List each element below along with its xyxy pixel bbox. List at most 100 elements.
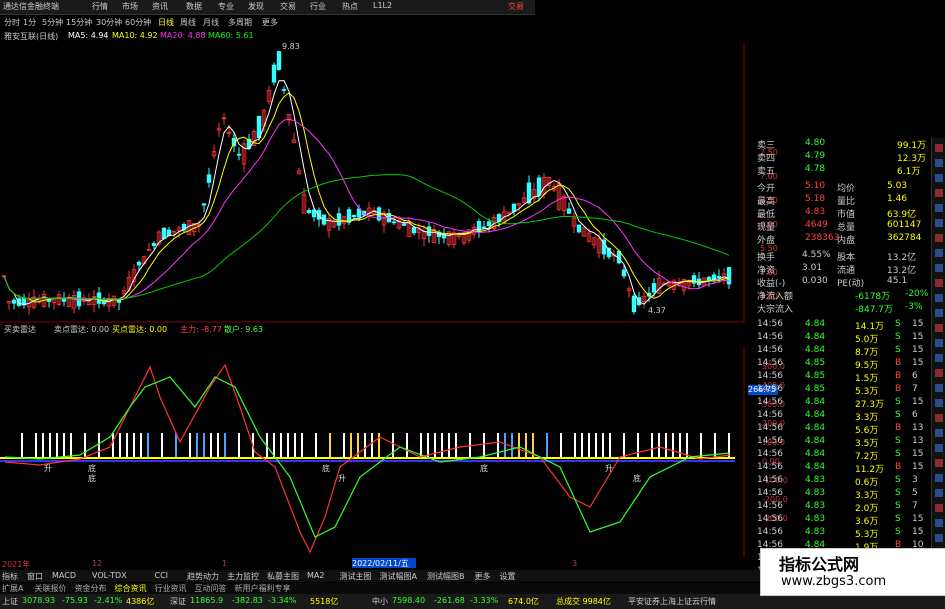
menu-item[interactable]: 发现 bbox=[248, 1, 264, 12]
period-tab[interactable]: 更多 bbox=[262, 17, 278, 28]
sidebar-icon[interactable] bbox=[935, 519, 943, 527]
ma60-line bbox=[3, 174, 730, 300]
menu-item[interactable]: 交易 bbox=[280, 1, 296, 12]
signal-bar bbox=[672, 433, 674, 457]
sidebar-icon[interactable] bbox=[935, 189, 943, 197]
period-tab[interactable]: 月线 bbox=[203, 17, 219, 28]
main-force: 主力: -8.77 bbox=[180, 325, 222, 334]
signal-bar bbox=[364, 433, 366, 457]
sidebar-icon[interactable] bbox=[935, 204, 943, 212]
menu-item[interactable]: L1L2 bbox=[373, 1, 392, 10]
menu-item[interactable]: 数据 bbox=[186, 1, 202, 12]
signal-bar bbox=[280, 433, 282, 457]
period-tab[interactable]: 周线 bbox=[180, 17, 196, 28]
candle-body bbox=[711, 274, 717, 280]
quote-row: 14:56 4.85 5.3万 B 7 bbox=[757, 384, 918, 397]
indicator-tab[interactable]: VOL-TDX bbox=[92, 571, 127, 580]
menu-item[interactable]: 行业 bbox=[310, 1, 326, 12]
signal-bar bbox=[525, 433, 527, 457]
trade-button[interactable]: 交易 bbox=[508, 1, 524, 12]
candle-body bbox=[151, 243, 157, 247]
candle-body bbox=[481, 226, 487, 229]
indicator-tab[interactable]: CCI bbox=[155, 571, 169, 580]
sidebar-icon[interactable] bbox=[935, 459, 943, 467]
sidebar-icon[interactable] bbox=[935, 234, 943, 242]
indicator-tab[interactable]: 私募主图 bbox=[267, 571, 299, 582]
indicator-tab[interactable]: 设置 bbox=[500, 571, 516, 582]
sidebar-icon[interactable] bbox=[935, 174, 943, 182]
sidebar-icon[interactable] bbox=[935, 159, 943, 167]
indicator-tab[interactable]: MA2 bbox=[307, 571, 324, 580]
menu-item[interactable]: 资讯 bbox=[152, 1, 168, 12]
sidebar-icon[interactable] bbox=[935, 399, 943, 407]
indicator-tab[interactable]: 更多 bbox=[475, 571, 491, 582]
period-tab[interactable]: 30分钟 bbox=[96, 17, 122, 28]
kline-chart[interactable]: 9.83 4.37 bbox=[0, 43, 745, 323]
extension-tab[interactable]: 关联报价 bbox=[35, 583, 67, 594]
period-tab[interactable]: 1分 bbox=[23, 17, 36, 28]
candle-body bbox=[351, 214, 357, 218]
extension-tab[interactable]: 行业资讯 bbox=[155, 583, 187, 594]
menu-item[interactable]: 专业 bbox=[218, 1, 234, 12]
indicator-tab[interactable]: 主力监控 bbox=[227, 571, 259, 582]
sidebar-icon[interactable] bbox=[935, 369, 943, 377]
sidebar-icon[interactable] bbox=[935, 489, 943, 497]
sidebar-icon[interactable] bbox=[935, 429, 943, 437]
extension-tab[interactable]: 综合资讯 bbox=[115, 583, 147, 594]
menu-item[interactable]: 热点 bbox=[342, 1, 358, 12]
quote-row: 今开 5.10 均价 5.03 bbox=[757, 181, 908, 194]
period-tab-active[interactable]: 日线 bbox=[158, 17, 174, 28]
sidebar-icon[interactable] bbox=[935, 354, 943, 362]
sidebar-icon[interactable] bbox=[935, 294, 943, 302]
quote-row: 14:56 4.84 7.2万 S 15 bbox=[757, 449, 924, 462]
candle-body bbox=[566, 208, 572, 214]
signal-bar bbox=[546, 433, 548, 457]
extension-tab[interactable]: 资金分布 bbox=[75, 583, 107, 594]
right-sidebar[interactable] bbox=[931, 138, 945, 568]
period-tab[interactable]: 多周期 bbox=[228, 17, 252, 28]
indicator-tab[interactable]: 窗口 bbox=[27, 571, 43, 582]
sidebar-icon[interactable] bbox=[935, 249, 943, 257]
buy-radar: 买点雷达: 0.00 bbox=[112, 325, 168, 334]
menu-item[interactable]: 市场 bbox=[122, 1, 138, 12]
sidebar-icon[interactable] bbox=[935, 339, 943, 347]
ma20-label: MA20: 4.88 bbox=[160, 31, 206, 40]
period-tab[interactable]: 分时 bbox=[4, 17, 20, 28]
indicator-tab[interactable]: 测试主图 bbox=[340, 571, 372, 582]
quote-row: 14:56 4.84 3.3万 S 6 bbox=[757, 410, 918, 423]
sidebar-icon[interactable] bbox=[935, 474, 943, 482]
sidebar-icon[interactable] bbox=[935, 324, 943, 332]
extension-tab[interactable]: 扩展A bbox=[2, 583, 23, 594]
quote-row: 14:56 4.83 3.6万 S 15 bbox=[757, 514, 924, 527]
quote-row: 14:56 4.84 14.1万 S 15 bbox=[757, 319, 924, 332]
extension-tab[interactable]: 新用户福利专享 bbox=[235, 583, 291, 594]
indicator-tab[interactable]: 测试幅图A bbox=[380, 571, 417, 582]
period-tab[interactable]: 15分钟 bbox=[66, 17, 92, 28]
menu-item[interactable]: 行情 bbox=[92, 1, 108, 12]
sidebar-icon[interactable] bbox=[935, 309, 943, 317]
signal-bar bbox=[448, 433, 450, 457]
quote-row: 净资 3.01 流通 13.2亿 bbox=[757, 263, 917, 276]
sidebar-icon[interactable] bbox=[935, 534, 943, 542]
indicator-tab[interactable]: 指标 bbox=[2, 571, 18, 582]
signal-bar bbox=[273, 433, 275, 457]
sidebar-icon[interactable] bbox=[935, 504, 943, 512]
indicator-tab[interactable]: 测试幅图B bbox=[427, 571, 465, 582]
sidebar-icon[interactable] bbox=[935, 414, 943, 422]
indicator-tab[interactable]: 趋势动力 bbox=[187, 571, 219, 582]
sidebar-icon[interactable] bbox=[935, 264, 943, 272]
sidebar-icon[interactable] bbox=[935, 219, 943, 227]
sidebar-icon[interactable] bbox=[935, 384, 943, 392]
indicator-tab[interactable]: MACD bbox=[52, 571, 76, 580]
sidebar-icon[interactable] bbox=[935, 144, 943, 152]
signal-bar bbox=[595, 433, 597, 457]
period-tab[interactable]: 5分钟 bbox=[42, 17, 63, 28]
extension-tab[interactable]: 互动问答 bbox=[195, 583, 227, 594]
sidebar-icon[interactable] bbox=[935, 444, 943, 452]
sidebar-icon[interactable] bbox=[935, 279, 943, 287]
oscillator-chart[interactable]: 升底底底升底 升底 bbox=[0, 347, 745, 557]
period-tab[interactable]: 60分钟 bbox=[125, 17, 151, 28]
signal-bar bbox=[210, 433, 212, 457]
quote-row: 14:56 4.83 5.3万 S 15 bbox=[757, 527, 924, 540]
quote-row: 14:56 4.85 1.5万 B 6 bbox=[757, 371, 918, 384]
